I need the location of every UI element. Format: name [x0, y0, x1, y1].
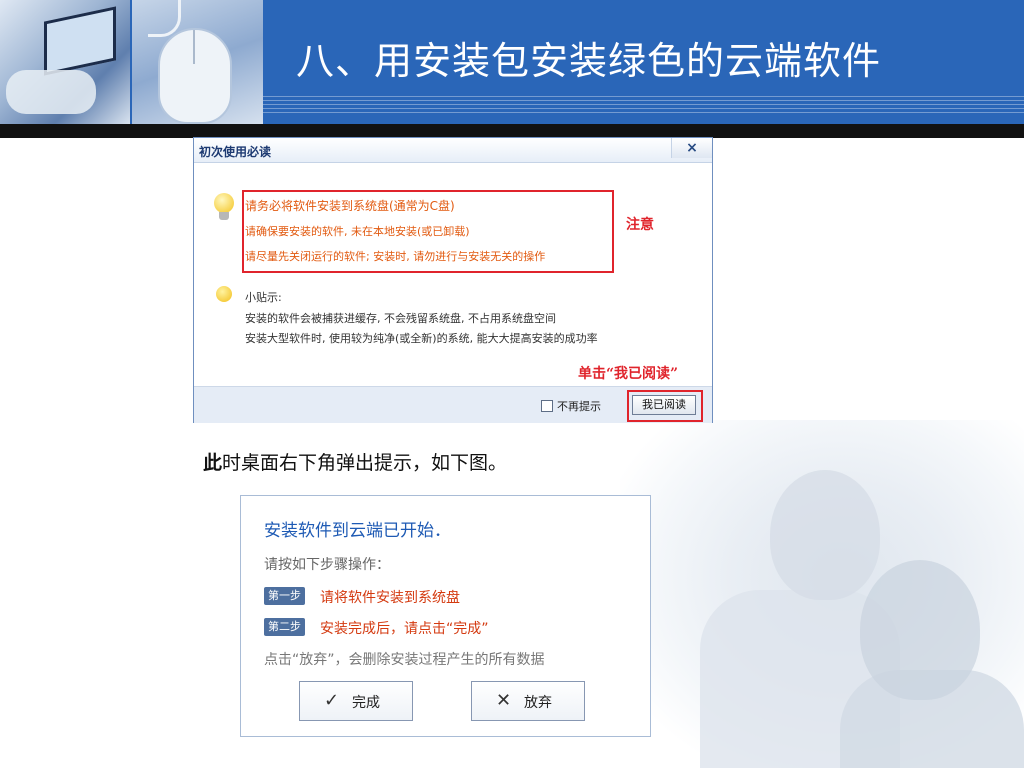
- smiley-icon: [216, 286, 232, 302]
- tip-line: 安装的软件会被捕获进缓存, 不会残留系统盘, 不占用系统盘空间: [245, 312, 556, 325]
- background-person-head: [770, 470, 880, 600]
- finish-button[interactable]: ✓ 完成: [299, 681, 413, 721]
- warning-line: 请尽量先关闭运行的软件; 安装时, 请勿进行与安装无关的操作: [245, 250, 546, 263]
- dont-remind-checkbox[interactable]: [541, 400, 553, 412]
- caption-bold: 此: [203, 452, 223, 474]
- close-x-icon: ✕: [496, 690, 512, 711]
- close-button[interactable]: ×: [671, 138, 712, 158]
- background-person-head: [860, 560, 980, 700]
- warning-line: 请确保要安装的软件, 未在本地安装(或已卸载): [245, 225, 470, 238]
- laptop-icon: [44, 6, 116, 76]
- hand-image: [6, 70, 96, 114]
- step-text: 安装完成后，请点击“完成”: [320, 621, 489, 637]
- toast-title: 安装软件到云端已开始．: [264, 521, 451, 541]
- lightbulb-base: [219, 212, 229, 220]
- dont-remind-label: 不再提示: [557, 400, 601, 413]
- abandon-button[interactable]: ✕ 放弃: [471, 681, 585, 721]
- dialog-title: 初次使用必读: [199, 145, 272, 159]
- install-toast: 安装软件到云端已开始． 请按如下步骤操作： 第一步 请将软件安装到系统盘 第二步…: [240, 495, 651, 737]
- step-text: 请将软件安装到系统盘: [320, 590, 460, 606]
- slide-title: 八、用安装包安装绿色的云端软件: [296, 39, 882, 83]
- first-use-dialog: 初次使用必读 × 请务必将软件安装到系统盘(通常为C盘) 请确保要安装的软件, …: [193, 137, 713, 423]
- warning-annotation: 注意: [626, 217, 654, 233]
- step-badge: 第二步: [264, 618, 305, 636]
- read-button[interactable]: 我已阅读: [632, 395, 696, 415]
- caption-text: 时桌面右下角弹出提示，如下图。: [222, 452, 508, 474]
- header-divider-bar: [0, 124, 1024, 138]
- step-badge: 第一步: [264, 587, 305, 605]
- abandon-button-label: 放弃: [524, 695, 552, 711]
- checkmark-icon: ✓: [324, 690, 340, 711]
- finish-button-label: 完成: [352, 695, 380, 711]
- mouse-icon: [158, 28, 232, 124]
- click-annotation: 单击“我已阅读”: [578, 366, 679, 382]
- toast-note: 点击“放弃”，会删除安装过程产生的所有数据: [264, 652, 545, 668]
- caption: 此时桌面右下角弹出提示，如下图。: [203, 448, 507, 475]
- dialog-titlebar: 初次使用必读 ×: [194, 138, 712, 163]
- laptop-photo: [0, 0, 130, 124]
- toast-subtitle: 请按如下步骤操作：: [264, 557, 390, 573]
- dialog-footer: 不再提示 我已阅读: [194, 386, 712, 423]
- header-stripes: [263, 96, 1024, 114]
- read-button-highlight: 我已阅读: [627, 390, 703, 422]
- warning-line: 请务必将软件安装到系统盘(通常为C盘): [245, 199, 455, 213]
- tip-line: 安装大型软件时, 使用较为纯净(或全新)的系统, 能大大提高安装的成功率: [245, 332, 598, 345]
- mouse-button-divider: [193, 30, 195, 64]
- tips-heading: 小贴示:: [245, 291, 282, 304]
- slide-header: 八、用安装包安装绿色的云端软件: [0, 0, 1024, 124]
- lightbulb-icon: [214, 193, 234, 213]
